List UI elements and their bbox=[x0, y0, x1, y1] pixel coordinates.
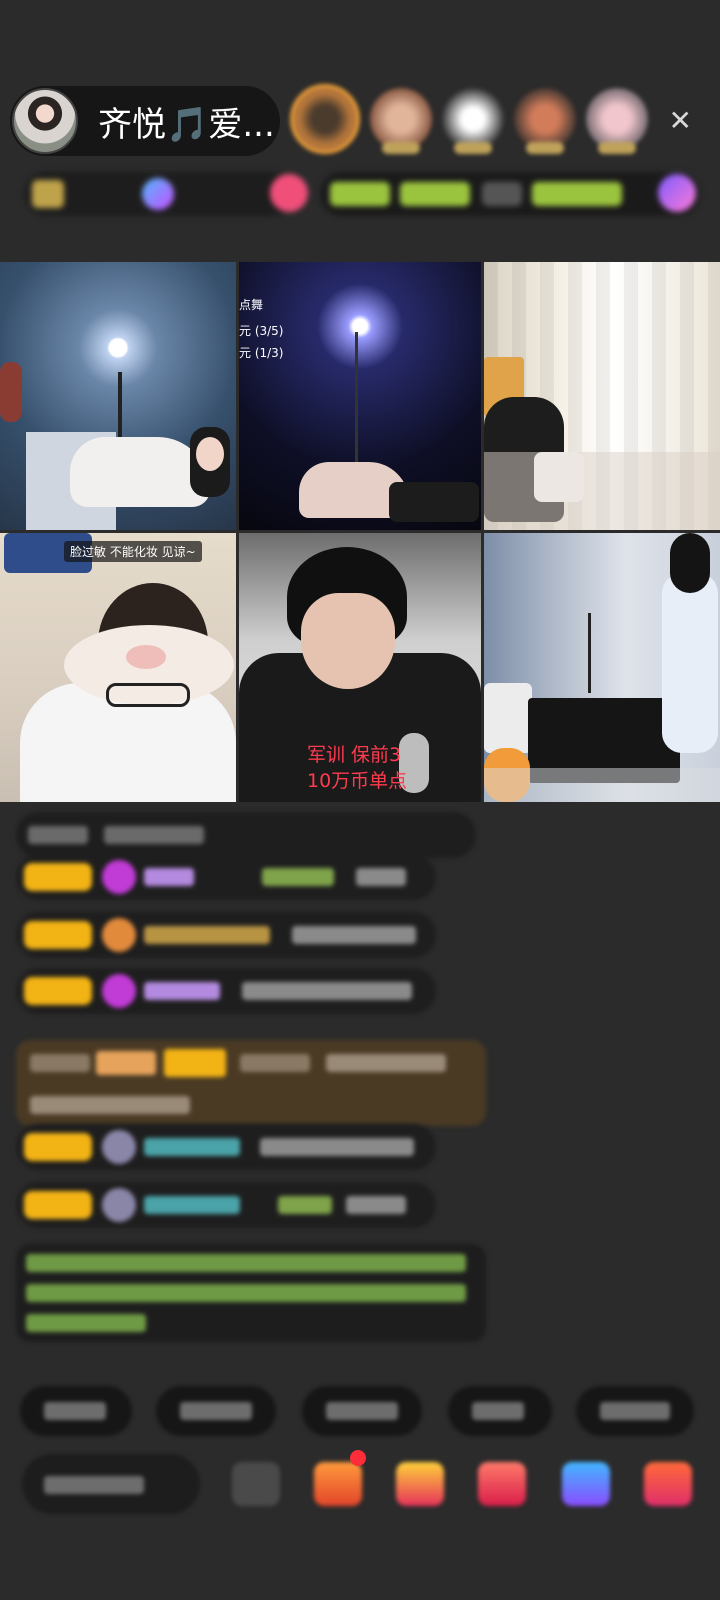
video-tile-5[interactable]: 军训 保前3 10万币单点 bbox=[239, 533, 481, 802]
treasure-icon[interactable] bbox=[396, 1462, 444, 1506]
top-viewers-list bbox=[290, 84, 658, 154]
chat-message bbox=[16, 1124, 436, 1170]
viewer-avatar[interactable] bbox=[442, 88, 504, 154]
viewer-avatar[interactable] bbox=[370, 88, 432, 154]
tile-caption-line: 10万币单点 bbox=[307, 770, 408, 792]
tile-overlay-line: 元 (3/5) bbox=[239, 324, 284, 338]
viewer-avatar[interactable] bbox=[290, 84, 360, 154]
chat-input[interactable] bbox=[22, 1454, 200, 1514]
tile-sticker-text: 脸过敏 不能化妆 见谅~ bbox=[64, 541, 202, 562]
quick-action-chip[interactable] bbox=[156, 1386, 276, 1436]
gift-box-icon[interactable] bbox=[314, 1462, 362, 1506]
bottom-toolbar bbox=[0, 1450, 720, 1520]
chat-message-highlight bbox=[16, 1040, 486, 1126]
chat-message bbox=[16, 812, 476, 858]
activity-tag[interactable] bbox=[320, 172, 700, 216]
quick-action-chip[interactable] bbox=[20, 1386, 132, 1436]
chat-message bbox=[16, 912, 436, 958]
activity-icon[interactable] bbox=[562, 1462, 610, 1506]
chat-system-notice bbox=[16, 1244, 486, 1342]
quick-action-row bbox=[20, 1386, 720, 1436]
tile-overlay-line: 点舞 bbox=[239, 298, 264, 312]
quick-action-chip[interactable] bbox=[576, 1386, 694, 1436]
quick-action-chip[interactable] bbox=[448, 1386, 552, 1436]
video-tile-3[interactable] bbox=[484, 262, 720, 530]
host-avatar[interactable] bbox=[12, 88, 78, 154]
tile-overlay-line: 元 (1/3) bbox=[239, 346, 284, 360]
close-icon[interactable]: ✕ bbox=[669, 104, 692, 137]
video-tile-1[interactable] bbox=[0, 262, 236, 530]
viewer-avatar[interactable] bbox=[514, 88, 576, 154]
tile-caption-line: 军训 保前3 bbox=[307, 744, 402, 766]
host-name: 齐悦🎵爱... bbox=[98, 104, 275, 145]
notification-dot bbox=[350, 1450, 366, 1466]
room-tag-row bbox=[24, 172, 700, 216]
game-icon[interactable] bbox=[478, 1462, 526, 1506]
multi-guest-video-grid: 点舞 元 (3/5) 元 (1/3) 脸过敏 不能化妆 见谅~ 军训 保前3 1… bbox=[0, 262, 720, 802]
chat-message bbox=[16, 854, 436, 900]
chat-message bbox=[16, 968, 436, 1014]
gift-icon[interactable] bbox=[644, 1462, 692, 1506]
quick-action-chip[interactable] bbox=[302, 1386, 422, 1436]
video-tile-6[interactable] bbox=[484, 533, 720, 802]
ranking-tag[interactable] bbox=[24, 172, 308, 216]
viewer-avatar[interactable] bbox=[586, 88, 648, 154]
video-tile-2[interactable]: 点舞 元 (3/5) 元 (1/3) bbox=[239, 262, 481, 530]
host-info-pill[interactable]: 齐悦🎵爱... bbox=[10, 86, 280, 156]
emoji-icon[interactable] bbox=[232, 1462, 280, 1506]
video-tile-4[interactable]: 脸过敏 不能化妆 见谅~ bbox=[0, 533, 236, 802]
chat-message bbox=[16, 1182, 436, 1228]
